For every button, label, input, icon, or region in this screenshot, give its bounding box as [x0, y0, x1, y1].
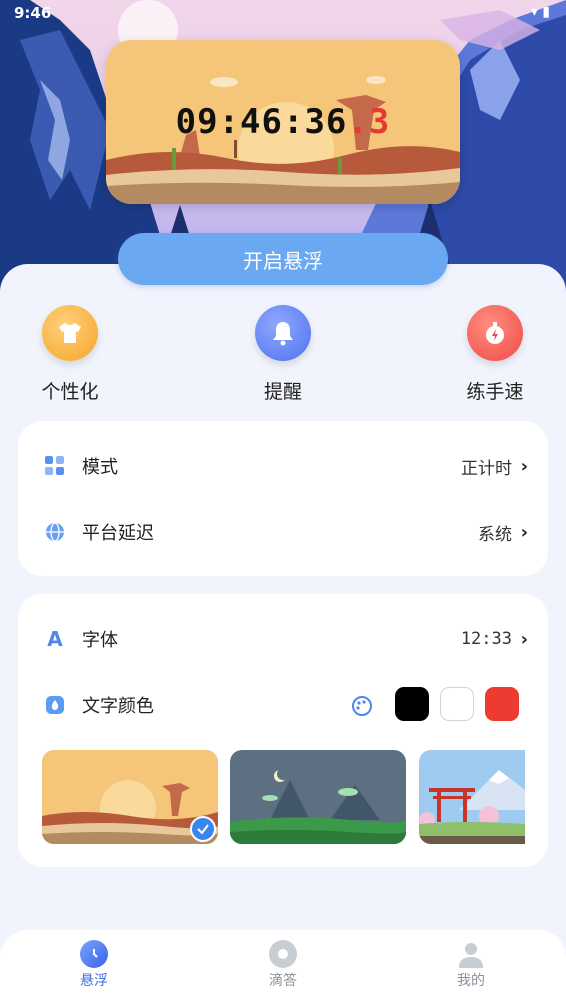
stopwatch-icon: [467, 305, 523, 361]
chevron-right-icon: ›: [520, 521, 528, 543]
theme-night-forest[interactable]: [230, 750, 406, 844]
nav-float[interactable]: 悬浮: [54, 940, 134, 990]
feature-label: 练手速: [466, 381, 524, 403]
nav-label: 我的: [457, 973, 485, 989]
grid-icon: [44, 455, 66, 477]
shirt-icon: [42, 305, 98, 361]
feature-personalize[interactable]: 个性化: [15, 305, 125, 404]
nav-label: 悬浮: [80, 973, 108, 989]
clock-icon: [80, 940, 108, 968]
platform-delay-row[interactable]: 平台延迟 系统 ›: [18, 507, 548, 557]
mode-label: 模式: [82, 457, 118, 478]
clock-display: 09:46:36.3: [106, 102, 460, 142]
chevron-right-icon: ›: [520, 455, 528, 477]
bottom-navigation: 悬浮 滴答 我的: [0, 930, 566, 1006]
nav-tick[interactable]: 滴答: [243, 940, 323, 990]
clock-time: 09:46:36: [175, 102, 348, 142]
mode-row[interactable]: 模式 正计时 ›: [18, 441, 548, 491]
status-icons: ▾ ▮: [530, 4, 550, 20]
mode-value: 正计时: [461, 458, 512, 479]
text-color-label: 文字颜色: [82, 696, 154, 717]
color-swatch-red[interactable]: [485, 687, 519, 721]
start-float-button[interactable]: 开启悬浮: [118, 233, 448, 285]
color-swatch-white[interactable]: [440, 687, 474, 721]
font-a-icon: A: [47, 627, 63, 651]
feature-speed-practice[interactable]: 练手速: [440, 305, 550, 404]
feature-label: 个性化: [41, 381, 99, 403]
clock-milliseconds: .3: [347, 102, 391, 142]
settings-card-general: 模式 正计时 › 平台延迟 系统 ›: [18, 421, 548, 576]
font-label: 字体: [82, 630, 118, 651]
selected-check-icon: [190, 816, 216, 842]
palette-icon[interactable]: [351, 695, 373, 721]
feature-reminder[interactable]: 提醒: [228, 305, 338, 404]
font-value: 12:33: [460, 629, 512, 649]
font-row[interactable]: A 字体 12:33 ›: [18, 614, 548, 664]
bell-icon: [255, 305, 311, 361]
status-time: 9:46: [14, 4, 52, 22]
theme-desert[interactable]: [42, 750, 218, 844]
nav-label: 滴答: [269, 973, 297, 989]
color-drop-icon: [44, 694, 66, 716]
platform-delay-value: 系统: [478, 524, 512, 545]
color-swatch-black[interactable]: [395, 687, 429, 721]
globe-icon: [44, 521, 66, 543]
person-icon: [459, 943, 483, 968]
feature-label: 提醒: [263, 381, 302, 403]
theme-torii-mountain[interactable]: [419, 750, 525, 844]
nav-mine[interactable]: 我的: [431, 940, 511, 990]
disc-icon: [269, 940, 297, 968]
chevron-right-icon: ›: [520, 628, 528, 650]
platform-delay-label: 平台延迟: [82, 523, 154, 544]
clock-preview-card[interactable]: 09:46:36.3: [106, 40, 460, 204]
